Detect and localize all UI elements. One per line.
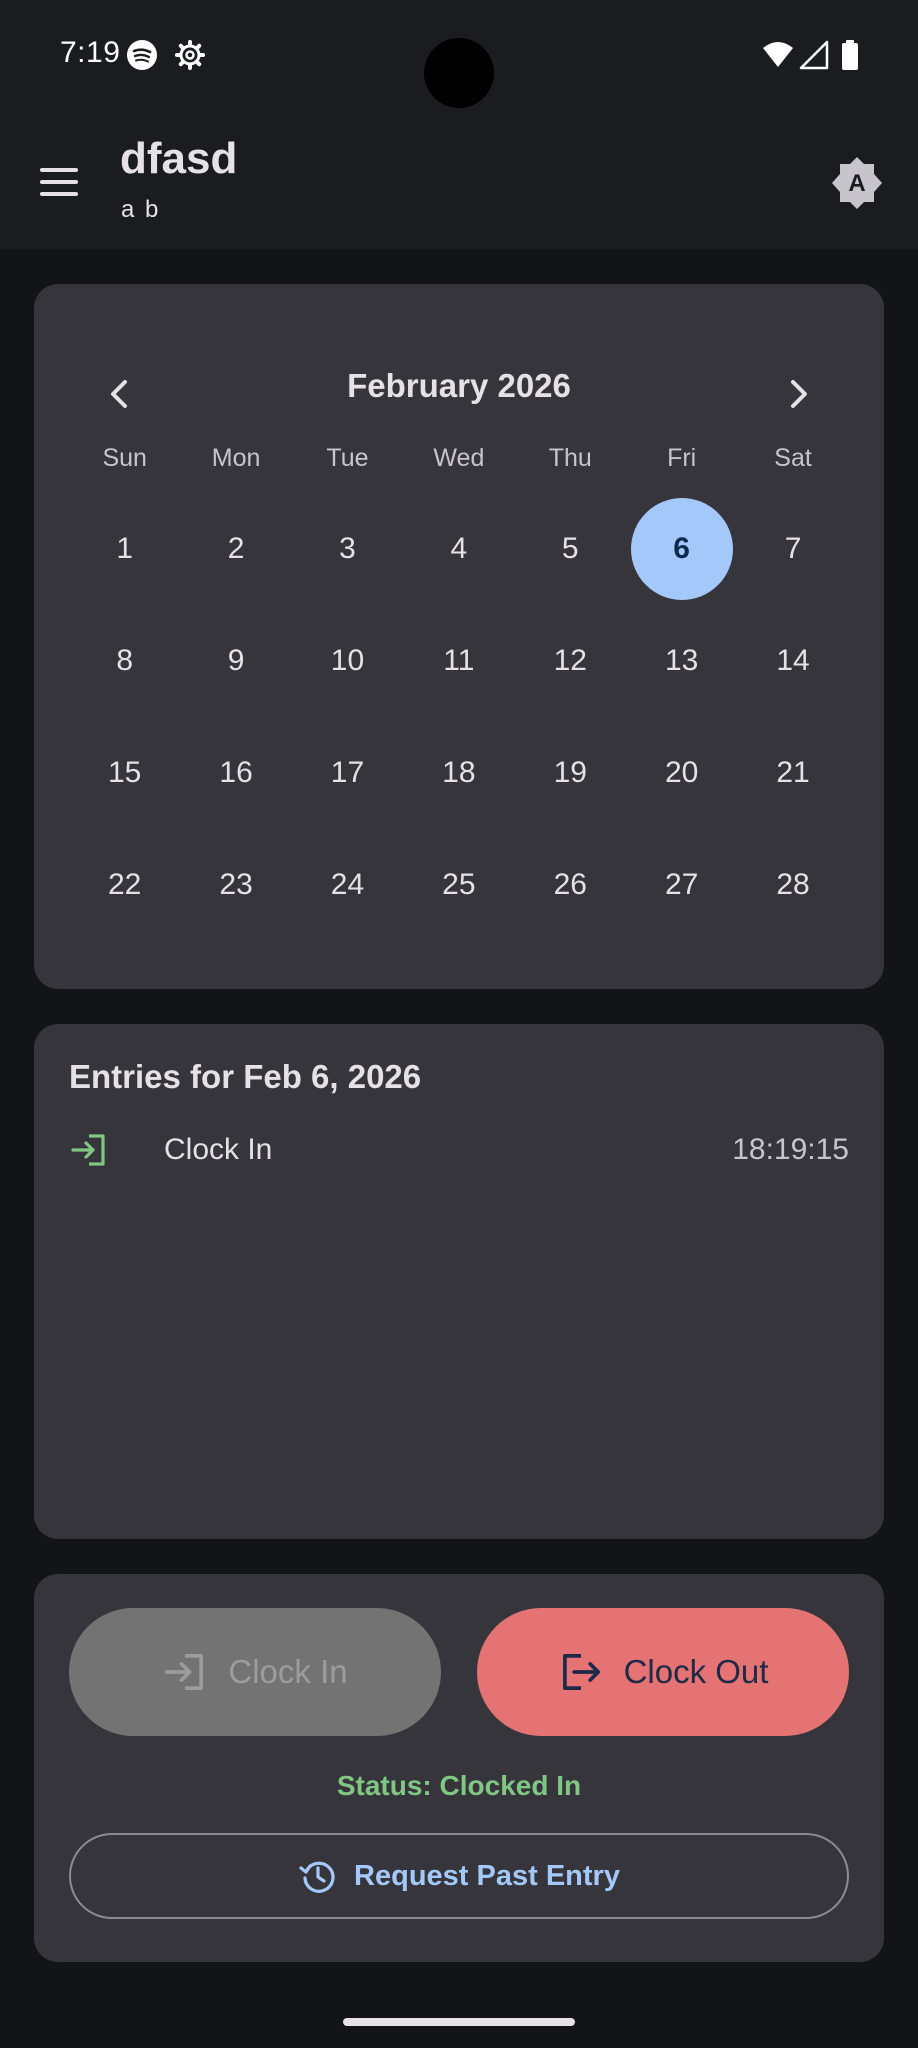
login-icon — [71, 1134, 105, 1166]
signal-icon — [799, 40, 829, 70]
clock-in-label: Clock In — [228, 1653, 348, 1690]
calendar-day[interactable]: 1 — [69, 493, 180, 605]
calendar-day[interactable]: 2 — [180, 493, 291, 605]
calendar-day[interactable]: 14 — [737, 605, 848, 717]
weekday-label: Tue — [326, 444, 369, 472]
actions-card: Clock In Clock Out Status: Clocked In Re… — [34, 1574, 884, 1962]
calendar-day[interactable]: 8 — [69, 605, 180, 717]
calendar-day[interactable]: 13 — [626, 605, 737, 717]
week-row: 22 23 24 25 26 27 28 — [69, 829, 849, 941]
app-subtitle: a b — [121, 196, 161, 223]
weekday-label: Mon — [211, 444, 261, 472]
calendar-day[interactable]: 17 — [292, 717, 403, 829]
calendar-day[interactable]: 5 — [515, 493, 626, 605]
calendar-day[interactable]: 15 — [69, 717, 180, 829]
entries-card: Entries for Feb 6, 2026 Clock In 18:19:1… — [34, 1024, 884, 1539]
calendar-day[interactable]: 26 — [515, 829, 626, 941]
entries-title: Entries for Feb 6, 2026 — [69, 1058, 422, 1095]
next-month-button[interactable] — [768, 364, 828, 424]
chevron-right-icon — [791, 380, 807, 408]
svg-text:A: A — [848, 170, 865, 197]
request-past-entry-button[interactable]: Request Past Entry — [69, 1833, 849, 1919]
calendar-grid: Sun Mon Tue Wed Thu Fri Sat 1 2 3 4 5 6 … — [69, 439, 849, 941]
calendar-day[interactable]: 11 — [403, 605, 514, 717]
weekday-header-row: Sun Mon Tue Wed Thu Fri Sat — [69, 439, 849, 477]
calendar-day[interactable]: 21 — [737, 717, 848, 829]
calendar-day[interactable]: 24 — [292, 829, 403, 941]
menu-button[interactable] — [36, 158, 84, 206]
entry-list-item: Clock In 18:19:15 — [69, 1124, 849, 1174]
weekday-label: Thu — [548, 444, 592, 472]
battery-icon — [842, 40, 858, 70]
clock-out-label: Clock Out — [623, 1653, 769, 1690]
calendar-day[interactable]: 10 — [292, 605, 403, 717]
calendar-day[interactable]: 25 — [403, 829, 514, 941]
auto-theme-icon[interactable]: A — [830, 156, 884, 210]
calendar-day[interactable]: 19 — [515, 717, 626, 829]
clock-out-button[interactable]: Clock Out — [477, 1608, 849, 1736]
calendar-day[interactable]: 7 — [737, 493, 848, 605]
calendar-day[interactable]: 4 — [403, 493, 514, 605]
entry-time: 18:19:15 — [732, 1133, 849, 1166]
home-indicator[interactable] — [343, 2018, 575, 2026]
calendar-month-label: February 2026 — [347, 367, 571, 404]
calendar-day[interactable]: 3 — [292, 493, 403, 605]
app-bar: dfasd a b A — [0, 110, 918, 250]
entry-label: Clock In — [164, 1133, 273, 1166]
login-icon — [165, 1654, 204, 1690]
weekday-label: Wed — [433, 444, 485, 472]
app-title: dfasd — [120, 134, 238, 183]
weekday-label: Sun — [102, 444, 147, 472]
weekday-label: Fri — [667, 444, 697, 472]
week-row: 1 2 3 4 5 6 7 — [69, 493, 849, 605]
history-icon — [299, 1861, 335, 1893]
calendar-day[interactable]: 12 — [515, 605, 626, 717]
calendar-day[interactable]: 20 — [626, 717, 737, 829]
menu-icon — [40, 168, 78, 172]
calendar-day[interactable]: 23 — [180, 829, 291, 941]
logout-icon — [562, 1654, 600, 1690]
calendar-day[interactable]: 9 — [180, 605, 291, 717]
calendar-day[interactable]: 27 — [626, 829, 737, 941]
calendar-day[interactable]: 22 — [69, 829, 180, 941]
status-bar: 7:19 — [0, 0, 918, 110]
week-row: 8 9 10 11 12 13 14 — [69, 605, 849, 717]
calendar-day[interactable]: 18 — [403, 717, 514, 829]
calendar-day[interactable]: 28 — [737, 829, 848, 941]
weekday-label: Sat — [774, 444, 812, 472]
week-row: 15 16 17 18 19 20 21 — [69, 717, 849, 829]
wifi-icon — [763, 42, 793, 67]
settings-icon — [175, 40, 205, 70]
status-time: 7:19 — [60, 36, 121, 69]
calendar-day-selected[interactable]: 6 — [626, 493, 737, 605]
calendar-card: February 2026 Sun Mon Tue Wed Thu Fri Sa… — [34, 284, 884, 989]
calendar-day[interactable]: 16 — [180, 717, 291, 829]
clock-status: Status: Clocked In — [336, 1770, 582, 1801]
clock-in-button[interactable]: Clock In — [69, 1608, 441, 1736]
spotify-icon — [127, 40, 157, 70]
front-camera — [424, 38, 494, 108]
request-past-entry-label: Request Past Entry — [354, 1859, 620, 1892]
